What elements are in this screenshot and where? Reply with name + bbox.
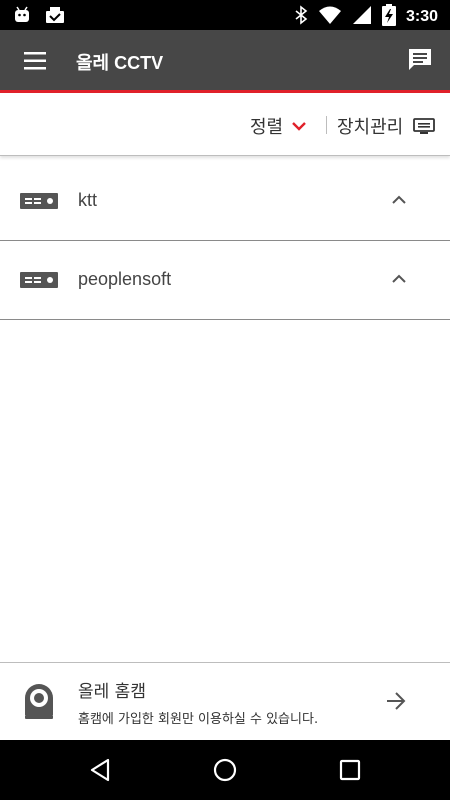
device-name: ktt: [78, 190, 98, 210]
battery-charging-icon: [381, 4, 396, 30]
home-button[interactable]: [212, 757, 238, 787]
expand-toggle[interactable]: [388, 192, 410, 208]
toolbar-divider: [326, 116, 327, 134]
recent-apps-button[interactable]: [338, 758, 362, 786]
wifi-icon: [318, 5, 342, 29]
notification-icons: [12, 5, 66, 29]
promo-go-button[interactable]: [384, 689, 408, 713]
sort-label: 정렬: [250, 117, 284, 138]
cell-signal-icon: [352, 5, 372, 29]
hamburger-menu-icon: [24, 52, 46, 70]
app-bar: 올레 CCTV: [0, 30, 450, 93]
device-list-icon: [413, 118, 436, 134]
homecam-promo[interactable]: 올레 홈캠 홈캠에 가입한 회원만 이용하실 수 있습니다.: [0, 662, 450, 740]
android-notification-icon: [12, 5, 32, 29]
promo-subtitle: 홈캠에 가입한 회원만 이용하실 수 있습니다.: [78, 712, 319, 727]
back-button[interactable]: [88, 757, 112, 787]
promo-title: 올레 홈캠: [78, 682, 146, 702]
expand-toggle[interactable]: [388, 271, 410, 287]
dvr-device-icon: [20, 272, 58, 292]
system-nav-bar: [0, 740, 450, 800]
message-icon: [409, 49, 431, 70]
clock: 3:30: [405, 8, 438, 25]
chevron-down-icon: [292, 122, 306, 131]
chevron-up-icon: [392, 195, 406, 204]
device-list-item[interactable]: ktt: [0, 162, 450, 241]
download-notification-icon: [44, 5, 66, 29]
arrow-right-icon: [387, 692, 406, 710]
messages-button[interactable]: [406, 46, 434, 74]
recents-square-icon: [339, 759, 361, 781]
system-icons: 3:30: [294, 4, 438, 30]
menu-button[interactable]: [22, 48, 48, 74]
homecam-icon: [22, 681, 56, 725]
back-triangle-icon: [90, 758, 110, 782]
home-circle-icon: [213, 758, 237, 782]
device-name: peoplensoft: [78, 269, 172, 289]
dvr-device-icon: [20, 193, 58, 213]
bluetooth-icon: [294, 5, 308, 29]
chevron-up-icon: [392, 274, 406, 283]
device-list: ktt peoplensoft: [0, 162, 450, 320]
app-title: 올레 CCTV: [76, 53, 164, 73]
status-bar: 3:30: [0, 0, 450, 30]
device-management-label: 장치관리: [337, 117, 404, 138]
device-list-item[interactable]: peoplensoft: [0, 241, 450, 320]
list-toolbar: 정렬 장치관리: [0, 96, 450, 156]
sort-button[interactable]: 정렬: [250, 113, 307, 139]
device-management-button[interactable]: 장치관리: [337, 113, 436, 139]
